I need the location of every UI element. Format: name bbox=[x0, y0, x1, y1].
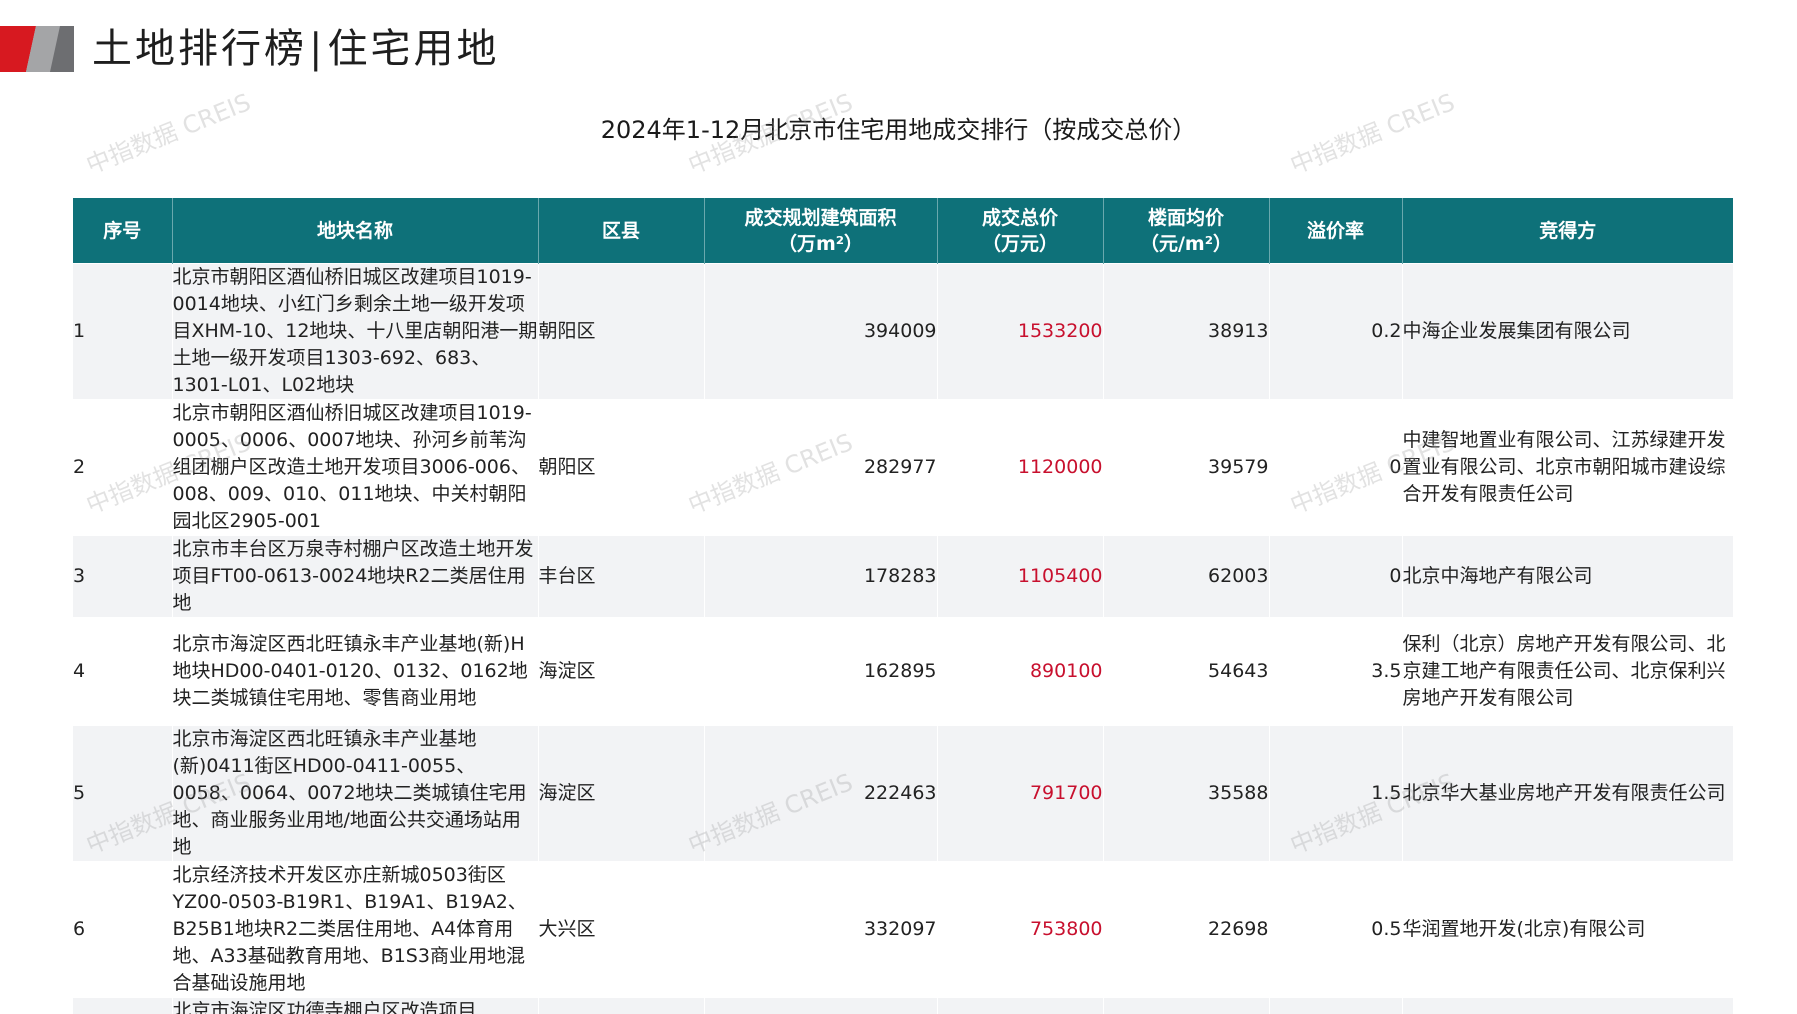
cell-district: 海淀区 bbox=[538, 726, 704, 862]
cell-rank: 2 bbox=[73, 400, 172, 536]
cell-total-price: 753800 bbox=[937, 862, 1103, 998]
cell-rank: 1 bbox=[73, 264, 172, 400]
col-header-total-price: 成交总价（万元） bbox=[937, 198, 1103, 264]
page-title-subcategory: 住宅用地 bbox=[327, 26, 499, 72]
cell-winner: 北京中海地产有限公司 bbox=[1402, 536, 1733, 618]
cell-area: 162895 bbox=[704, 618, 937, 726]
cell-district bbox=[538, 998, 704, 1014]
cell-area: 282977 bbox=[704, 400, 937, 536]
page-title-category: 土地排行榜 bbox=[92, 26, 307, 72]
cell-total-price: 1120000 bbox=[937, 400, 1103, 536]
col-header-rank: 序号 bbox=[73, 198, 172, 264]
table-row: 3 北京市丰台区万泉寺村棚户区改造土地开发项目FT00-0613-0024地块R… bbox=[73, 536, 1733, 618]
table-row: 6 北京经济技术开发区亦庄新城0503街区YZ00-0503-B19R1、B19… bbox=[73, 862, 1733, 998]
cell-area: 394009 bbox=[704, 264, 937, 400]
cell-unit-price: 62003 bbox=[1103, 536, 1269, 618]
cell-unit-price: 35588 bbox=[1103, 726, 1269, 862]
page-title-separator: | bbox=[307, 26, 327, 72]
page-title: 土地排行榜|住宅用地 bbox=[92, 16, 499, 74]
cell-premium-rate: 1.5 bbox=[1269, 726, 1402, 862]
cell-parcel-name: 北京市海淀区西北旺镇永丰产业基地(新)H地块HD00-0401-0120、013… bbox=[172, 618, 538, 726]
cell-rank: 3 bbox=[73, 536, 172, 618]
cell-district: 朝阳区 bbox=[538, 264, 704, 400]
cell-district: 丰台区 bbox=[538, 536, 704, 618]
col-header-district: 区县 bbox=[538, 198, 704, 264]
cell-premium-rate: 0 bbox=[1269, 400, 1402, 536]
cell-winner: 北京华大基业房地产开发有限责任公司 bbox=[1402, 726, 1733, 862]
cell-area: 222463 bbox=[704, 726, 937, 862]
cell-total-price: 1105400 bbox=[937, 536, 1103, 618]
cell-winner: 华润置地开发(北京)有限公司 bbox=[1402, 862, 1733, 998]
cell-premium-rate: 0.5 bbox=[1269, 862, 1402, 998]
land-ranking-table-container: 序号 地块名称 区县 成交规划建筑面积（万m²） 成交总价（万元） 楼面均价（元… bbox=[73, 198, 1733, 1014]
cell-winner bbox=[1402, 998, 1733, 1014]
cell-unit-price: 54643 bbox=[1103, 618, 1269, 726]
table-row: 北京市海淀区功德寺棚户区改造项目 bbox=[73, 998, 1733, 1014]
table-title: 2024年1-12月北京市住宅用地成交排行（按成交总价） bbox=[0, 110, 1797, 145]
cell-district: 海淀区 bbox=[538, 618, 704, 726]
cell-unit-price: 39579 bbox=[1103, 400, 1269, 536]
cell-winner: 中海企业发展集团有限公司 bbox=[1402, 264, 1733, 400]
table-row: 5 北京市海淀区西北旺镇永丰产业基地(新)0411街区HD00-0411-005… bbox=[73, 726, 1733, 862]
cell-total-price bbox=[937, 998, 1103, 1014]
cell-unit-price bbox=[1103, 998, 1269, 1014]
col-header-winner: 竞得方 bbox=[1402, 198, 1733, 264]
cell-premium-rate bbox=[1269, 998, 1402, 1014]
cell-winner: 中建智地置业有限公司、江苏绿建开发置业有限公司、北京市朝阳城市建设综合开发有限责… bbox=[1402, 400, 1733, 536]
cell-district: 大兴区 bbox=[538, 862, 704, 998]
cell-unit-price: 38913 bbox=[1103, 264, 1269, 400]
cell-unit-price: 22698 bbox=[1103, 862, 1269, 998]
cell-rank: 5 bbox=[73, 726, 172, 862]
cell-premium-rate: 0 bbox=[1269, 536, 1402, 618]
col-header-parcel-name: 地块名称 bbox=[172, 198, 538, 264]
land-ranking-table: 序号 地块名称 区县 成交规划建筑面积（万m²） 成交总价（万元） 楼面均价（元… bbox=[73, 198, 1733, 1014]
cell-parcel-name: 北京经济技术开发区亦庄新城0503街区YZ00-0503-B19R1、B19A1… bbox=[172, 862, 538, 998]
brand-logo-icon bbox=[0, 26, 74, 72]
cell-parcel-name: 北京市海淀区西北旺镇永丰产业基地(新)0411街区HD00-0411-0055、… bbox=[172, 726, 538, 862]
cell-area: 178283 bbox=[704, 536, 937, 618]
cell-district: 朝阳区 bbox=[538, 400, 704, 536]
table-row: 2 北京市朝阳区酒仙桥旧城区改建项目1019-0005、0006、0007地块、… bbox=[73, 400, 1733, 536]
cell-premium-rate: 0.2 bbox=[1269, 264, 1402, 400]
cell-total-price: 890100 bbox=[937, 618, 1103, 726]
cell-premium-rate: 3.5 bbox=[1269, 618, 1402, 726]
cell-parcel-name: 北京市海淀区功德寺棚户区改造项目 bbox=[172, 998, 538, 1014]
cell-parcel-name: 北京市朝阳区酒仙桥旧城区改建项目1019-0005、0006、0007地块、孙河… bbox=[172, 400, 538, 536]
table-row: 4 北京市海淀区西北旺镇永丰产业基地(新)H地块HD00-0401-0120、0… bbox=[73, 618, 1733, 726]
col-header-unit-price: 楼面均价（元/m²） bbox=[1103, 198, 1269, 264]
cell-parcel-name: 北京市丰台区万泉寺村棚户区改造土地开发项目FT00-0613-0024地块R2二… bbox=[172, 536, 538, 618]
cell-rank: 6 bbox=[73, 862, 172, 998]
table-row: 1 北京市朝阳区酒仙桥旧城区改建项目1019-0014地块、小红门乡剩余土地一级… bbox=[73, 264, 1733, 400]
cell-total-price: 1533200 bbox=[937, 264, 1103, 400]
cell-total-price: 791700 bbox=[937, 726, 1103, 862]
cell-area: 332097 bbox=[704, 862, 937, 998]
cell-rank: 4 bbox=[73, 618, 172, 726]
cell-parcel-name: 北京市朝阳区酒仙桥旧城区改建项目1019-0014地块、小红门乡剩余土地一级开发… bbox=[172, 264, 538, 400]
col-header-area: 成交规划建筑面积（万m²） bbox=[704, 198, 937, 264]
table-header-row: 序号 地块名称 区县 成交规划建筑面积（万m²） 成交总价（万元） 楼面均价（元… bbox=[73, 198, 1733, 264]
cell-winner: 保利（北京）房地产开发有限公司、北京建工地产有限责任公司、北京保利兴房地产开发有… bbox=[1402, 618, 1733, 726]
col-header-premium-rate: 溢价率 bbox=[1269, 198, 1402, 264]
cell-area bbox=[704, 998, 937, 1014]
cell-rank bbox=[73, 998, 172, 1014]
